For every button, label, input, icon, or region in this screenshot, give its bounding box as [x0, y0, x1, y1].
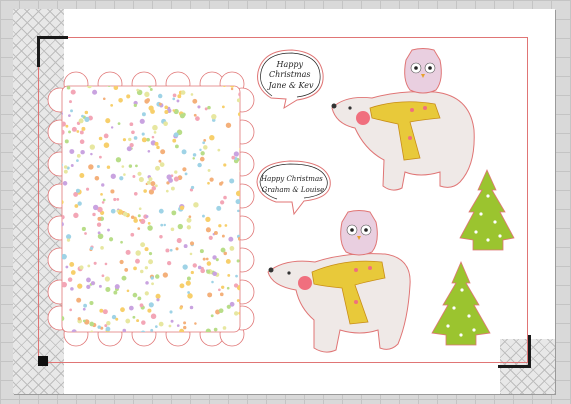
owl-2[interactable] — [340, 210, 378, 256]
speech-bubble-2[interactable]: Happy Christmas Graham & Louise — [256, 160, 331, 216]
christmas-tree-2[interactable] — [431, 260, 491, 346]
polar-bear-1[interactable] — [331, 91, 475, 191]
owl-1[interactable] — [404, 48, 442, 94]
scalloped-pattern-panel[interactable] — [47, 70, 255, 347]
christmas-tree-1[interactable] — [459, 169, 515, 251]
speech-bubble-1[interactable]: Happy Christmas Jane & Kev — [257, 49, 324, 110]
polar-bear-2[interactable] — [267, 253, 411, 353]
cutting-canvas[interactable]: Happy Christmas Jane & Kev Happy Christm… — [0, 0, 571, 404]
